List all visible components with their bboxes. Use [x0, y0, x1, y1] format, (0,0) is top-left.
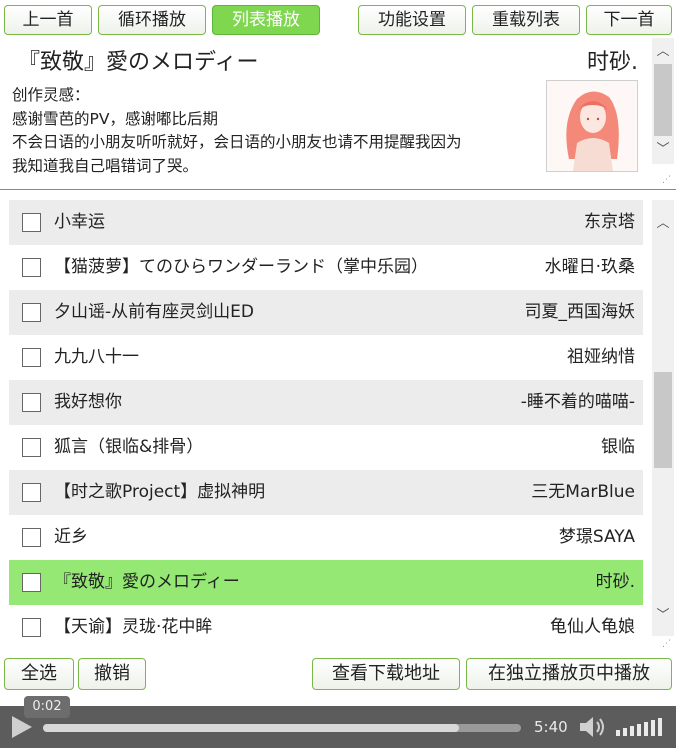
row-checkbox[interactable]: [22, 213, 41, 232]
row-artist: 三无MarBlue: [531, 482, 635, 502]
audio-player: 0:02 5:40: [0, 696, 676, 748]
settings-button[interactable]: 功能设置: [358, 5, 466, 35]
resize-grip-icon[interactable]: ⋰: [662, 176, 671, 185]
list-play-button[interactable]: 列表播放: [212, 5, 320, 35]
row-checkbox[interactable]: [22, 618, 41, 637]
row-artist: 东京塔: [584, 212, 635, 232]
current-time-tooltip: 0:02: [24, 696, 70, 718]
playlist-row[interactable]: 【天谕】灵珑·花中眸 龟仙人龟娘: [9, 605, 643, 650]
row-checkbox[interactable]: [22, 573, 41, 592]
info-scrollbar[interactable]: ︿ ﹀: [652, 38, 674, 164]
now-playing-artist: 时砂.: [587, 50, 638, 75]
row-title: 我好想你: [54, 392, 122, 412]
standalone-play-button[interactable]: 在独立播放页中播放: [466, 658, 672, 690]
playlist-row[interactable]: 九九八十一 祖娅纳惜: [9, 335, 643, 380]
description-line: 创作灵感：: [12, 86, 90, 104]
description-line: 不会日语的小朋友听听就好，会日语的小朋友也请不用提醒我因为: [12, 133, 462, 151]
loop-play-button[interactable]: 循环播放: [98, 5, 206, 35]
volume-icon[interactable]: [578, 715, 606, 739]
row-title: 【天谕】灵珑·花中眸: [54, 617, 213, 637]
row-title: 近乡: [54, 527, 88, 547]
scroll-down-icon[interactable]: ﹀: [652, 140, 674, 160]
scroll-up-icon[interactable]: ︿: [652, 42, 674, 62]
row-artist: 龟仙人龟娘: [550, 617, 635, 637]
row-checkbox[interactable]: [22, 483, 41, 502]
scroll-up-icon[interactable]: ︿: [652, 214, 674, 234]
row-title: 夕山谣-从前有座灵剑山ED: [54, 302, 254, 322]
playlist-row[interactable]: 【时之歌Project】虚拟神明 三无MarBlue: [9, 470, 643, 515]
undo-button[interactable]: 撤销: [78, 658, 146, 690]
row-artist: -睡不着的喵喵-: [520, 392, 635, 412]
row-artist: 水曜日·玖桑: [544, 257, 635, 277]
row-checkbox[interactable]: [22, 438, 41, 457]
select-all-button[interactable]: 全选: [4, 658, 74, 690]
row-checkbox[interactable]: [22, 348, 41, 367]
resize-grip-icon[interactable]: ⋰: [662, 640, 671, 649]
row-artist: 银临: [601, 437, 635, 457]
row-title: 『致敬』愛のメロディー: [54, 572, 240, 592]
playlist-row[interactable]: 狐言（银临&排骨） 银临: [9, 425, 643, 470]
scroll-down-icon[interactable]: ﹀: [652, 606, 674, 626]
row-checkbox[interactable]: [22, 393, 41, 412]
progress-fill: [43, 724, 459, 732]
row-title: 九九八十一: [54, 347, 139, 367]
playlist-row[interactable]: 夕山谣-从前有座灵剑山ED 司夏_西国海妖: [9, 290, 643, 335]
info-scrollbar-thumb[interactable]: [654, 64, 672, 136]
now-playing-title: 『致敬』愛のメロディー: [18, 50, 259, 75]
now-playing-panel: 『致敬』愛のメロディー 时砂. 创作灵感： 感谢雪芭的PV，感谢嘟比后期 不会日…: [0, 38, 676, 190]
row-artist: 时砂.: [595, 572, 635, 592]
row-artist: 司夏_西国海妖: [524, 302, 636, 322]
next-button[interactable]: 下一首: [586, 5, 672, 35]
description-line: 感谢雪芭的PV，感谢嘟比后期: [12, 109, 218, 128]
volume-level-icon[interactable]: [614, 715, 668, 739]
playlist-row[interactable]: 小幸运 东京塔: [9, 200, 643, 245]
row-title: 【猫菠萝】てのひらワンダーランド（掌中乐园）: [54, 257, 428, 277]
row-title: 狐言（银临&排骨）: [54, 437, 204, 457]
playlist-scrollbar-thumb[interactable]: [654, 372, 672, 468]
playlist-row[interactable]: 我好想你 -睡不着的喵喵-: [9, 380, 643, 425]
playlist-row[interactable]: 【猫菠萝】てのひらワンダーランド（掌中乐园） 水曜日·玖桑: [9, 245, 643, 290]
cover-image: [546, 80, 638, 172]
row-artist: 祖娅纳惜: [567, 347, 635, 367]
row-checkbox[interactable]: [22, 258, 41, 277]
row-title: 【时之歌Project】虚拟神明: [54, 482, 266, 502]
playlist-row-playing[interactable]: 『致敬』愛のメロディー 时砂.: [9, 560, 643, 605]
row-title: 小幸运: [54, 212, 105, 232]
download-link-button[interactable]: 查看下载地址: [312, 658, 460, 690]
playlist: 小幸运 东京塔 【猫菠萝】てのひらワンダーランド（掌中乐园） 水曜日·玖桑 夕山…: [0, 192, 676, 652]
row-checkbox[interactable]: [22, 528, 41, 547]
progress-track[interactable]: [43, 724, 521, 732]
song-description: 创作灵感： 感谢雪芭的PV，感谢嘟比后期 不会日语的小朋友听听就好，会日语的小朋…: [12, 84, 540, 178]
playlist-row[interactable]: 近乡 梦璟SAYA: [9, 515, 643, 560]
duration-label: 5:40: [534, 718, 568, 736]
reload-list-button[interactable]: 重载列表: [472, 5, 580, 35]
row-artist: 梦璟SAYA: [558, 527, 635, 547]
description-line: 我知道我自己唱错词了哭。: [12, 156, 199, 175]
playlist-scrollbar[interactable]: ︿ ﹀: [652, 200, 674, 636]
row-checkbox[interactable]: [22, 303, 41, 322]
prev-button[interactable]: 上一首: [4, 5, 92, 35]
